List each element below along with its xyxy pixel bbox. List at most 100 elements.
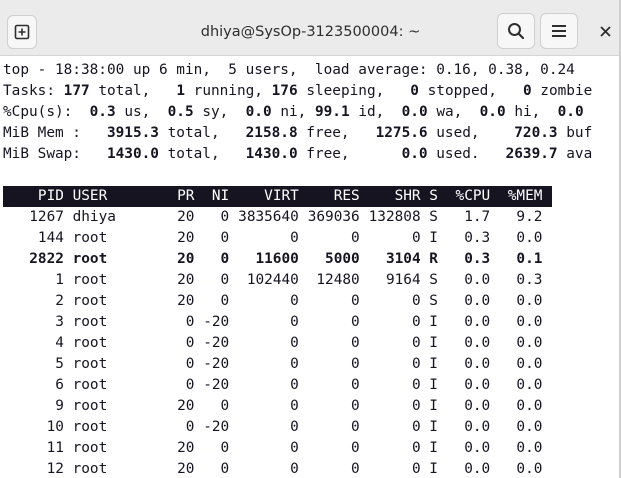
cell-virt: 11600 — [255, 251, 299, 267]
cell-shr: 0 — [411, 419, 421, 435]
column-header-cpu: %CPU — [455, 188, 491, 204]
cell-shr: 3104 — [385, 251, 421, 267]
cell-mem: 9.2 — [516, 209, 543, 225]
cell-virt: 0 — [290, 230, 299, 246]
cell-cpu: 1.7 — [464, 209, 491, 225]
table-row: 10 root 0 -20 0 0 0 I 0.0 0.0 — [3, 417, 552, 438]
cell-res: 0 — [351, 335, 360, 351]
cell-pid: 5 — [55, 356, 64, 372]
cell-state: I — [429, 314, 438, 330]
cell-pid: 3 — [55, 314, 64, 330]
column-header-ni: NI — [211, 188, 230, 204]
table-row: 1 root 20 0 102440 12480 9164 S 0.0 0.3 — [3, 270, 552, 291]
cell-state: I — [429, 335, 438, 351]
cell-user: root — [72, 461, 108, 477]
cell-res: 5000 — [325, 251, 360, 267]
column-header-shr: SHR — [394, 188, 421, 204]
cell-cpu: 0.3 — [464, 230, 491, 246]
close-button[interactable] — [590, 13, 620, 49]
cell-cpu: 0.0 — [464, 377, 491, 393]
summary-uptime-line: top - 18:38:00 up 6 min, 5 users, load a… — [3, 62, 575, 78]
cell-shr: 132808 — [368, 209, 421, 225]
cell-ni: -20 — [203, 419, 230, 435]
cell-cpu: 0.0 — [464, 335, 491, 351]
cell-mem: 0.0 — [516, 293, 543, 309]
cell-res: 0 — [351, 293, 360, 309]
cell-virt: 102440 — [246, 272, 299, 288]
cell-mem: 0.0 — [516, 461, 543, 477]
cell-mem: 0.0 — [516, 440, 543, 456]
cell-virt: 0 — [290, 356, 299, 372]
cell-cpu: 0.0 — [464, 293, 491, 309]
cell-res: 0 — [351, 419, 360, 435]
cell-cpu: 0.0 — [464, 356, 491, 372]
cell-mem: 0.0 — [516, 335, 543, 351]
cell-mem: 0.0 — [516, 356, 543, 372]
cell-virt: 0 — [290, 314, 299, 330]
cell-ni: 0 — [220, 461, 230, 477]
terminal-window: dhiya@SysOp-3123500004: ~ top - 18:38:00… — [0, 0, 621, 478]
cell-user: root — [72, 377, 108, 393]
cell-shr: 0 — [411, 230, 421, 246]
process-table-header: PID USER PR NI VIRT RES SHR S %CPU %MEM — [3, 186, 552, 207]
cell-pr: 0 — [185, 314, 195, 330]
cell-res: 369036 — [307, 209, 360, 225]
cell-pid: 10 — [46, 419, 64, 435]
cell-virt: 3835640 — [238, 209, 299, 225]
table-row: 144 root 20 0 0 0 0 I 0.3 0.0 — [3, 228, 552, 249]
search-button[interactable] — [497, 13, 535, 49]
cell-res: 0 — [351, 377, 360, 393]
cell-user: root — [72, 356, 108, 372]
cell-cpu: 0.0 — [464, 398, 491, 414]
cell-virt: 0 — [290, 461, 299, 477]
cell-user: root — [72, 230, 108, 246]
cell-res: 0 — [351, 356, 360, 372]
cell-shr: 0 — [411, 335, 421, 351]
cell-state: I — [429, 377, 438, 393]
terminal-output[interactable]: top - 18:38:00 up 6 min, 5 users, load a… — [0, 56, 621, 478]
cell-shr: 9164 — [385, 272, 421, 288]
cell-pid: 6 — [55, 377, 64, 393]
cell-res: 12480 — [316, 272, 360, 288]
cell-cpu: 0.0 — [464, 272, 491, 288]
cell-pr: 20 — [177, 251, 195, 267]
cell-pr: 0 — [185, 377, 195, 393]
cell-virt: 0 — [290, 440, 299, 456]
cell-mem: 0.0 — [516, 314, 543, 330]
cell-virt: 0 — [290, 293, 299, 309]
cell-ni: -20 — [203, 335, 230, 351]
cell-cpu: 0.0 — [464, 419, 491, 435]
cell-pid: 144 — [37, 230, 64, 246]
cell-ni: -20 — [203, 314, 230, 330]
cell-mem: 0.0 — [516, 377, 543, 393]
column-header-mem: %MEM — [507, 188, 543, 204]
cell-user: root — [72, 440, 108, 456]
column-header-pid: PID — [37, 188, 64, 204]
column-header-user: USER — [72, 188, 108, 204]
cell-virt: 0 — [290, 377, 299, 393]
table-row: 3 root 0 -20 0 0 0 I 0.0 0.0 — [3, 312, 552, 333]
column-header-pr: PR — [177, 188, 195, 204]
cell-pr: 0 — [185, 356, 195, 372]
table-row: 9 root 20 0 0 0 0 I 0.0 0.0 — [3, 396, 552, 417]
summary-tasks-line: Tasks: 177 total, 1 running, 176 sleepin… — [3, 83, 593, 99]
summary-cpu-line: %Cpu(s): 0.3 us, 0.5 sy, 0.0 ni, 99.1 id… — [3, 104, 584, 120]
cell-state: I — [429, 461, 438, 477]
close-icon — [599, 25, 611, 37]
table-row: 12 root 20 0 0 0 0 I 0.0 0.0 — [3, 459, 552, 478]
cell-res: 0 — [351, 398, 360, 414]
cell-user: root — [72, 251, 108, 267]
table-row: 2 root 20 0 0 0 0 S 0.0 0.0 — [3, 291, 552, 312]
cell-ni: 0 — [220, 398, 230, 414]
table-row: 11 root 20 0 0 0 0 I 0.0 0.0 — [3, 438, 552, 459]
cell-mem: 0.1 — [516, 251, 543, 267]
cell-ni: -20 — [203, 356, 230, 372]
hamburger-menu-icon — [552, 25, 566, 37]
cell-pid: 4 — [55, 335, 64, 351]
cell-ni: 0 — [220, 272, 230, 288]
cell-pr: 0 — [185, 335, 195, 351]
menu-button[interactable] — [540, 13, 578, 49]
cell-virt: 0 — [290, 335, 299, 351]
cell-pr: 20 — [177, 230, 195, 246]
cell-pid: 2 — [55, 293, 64, 309]
